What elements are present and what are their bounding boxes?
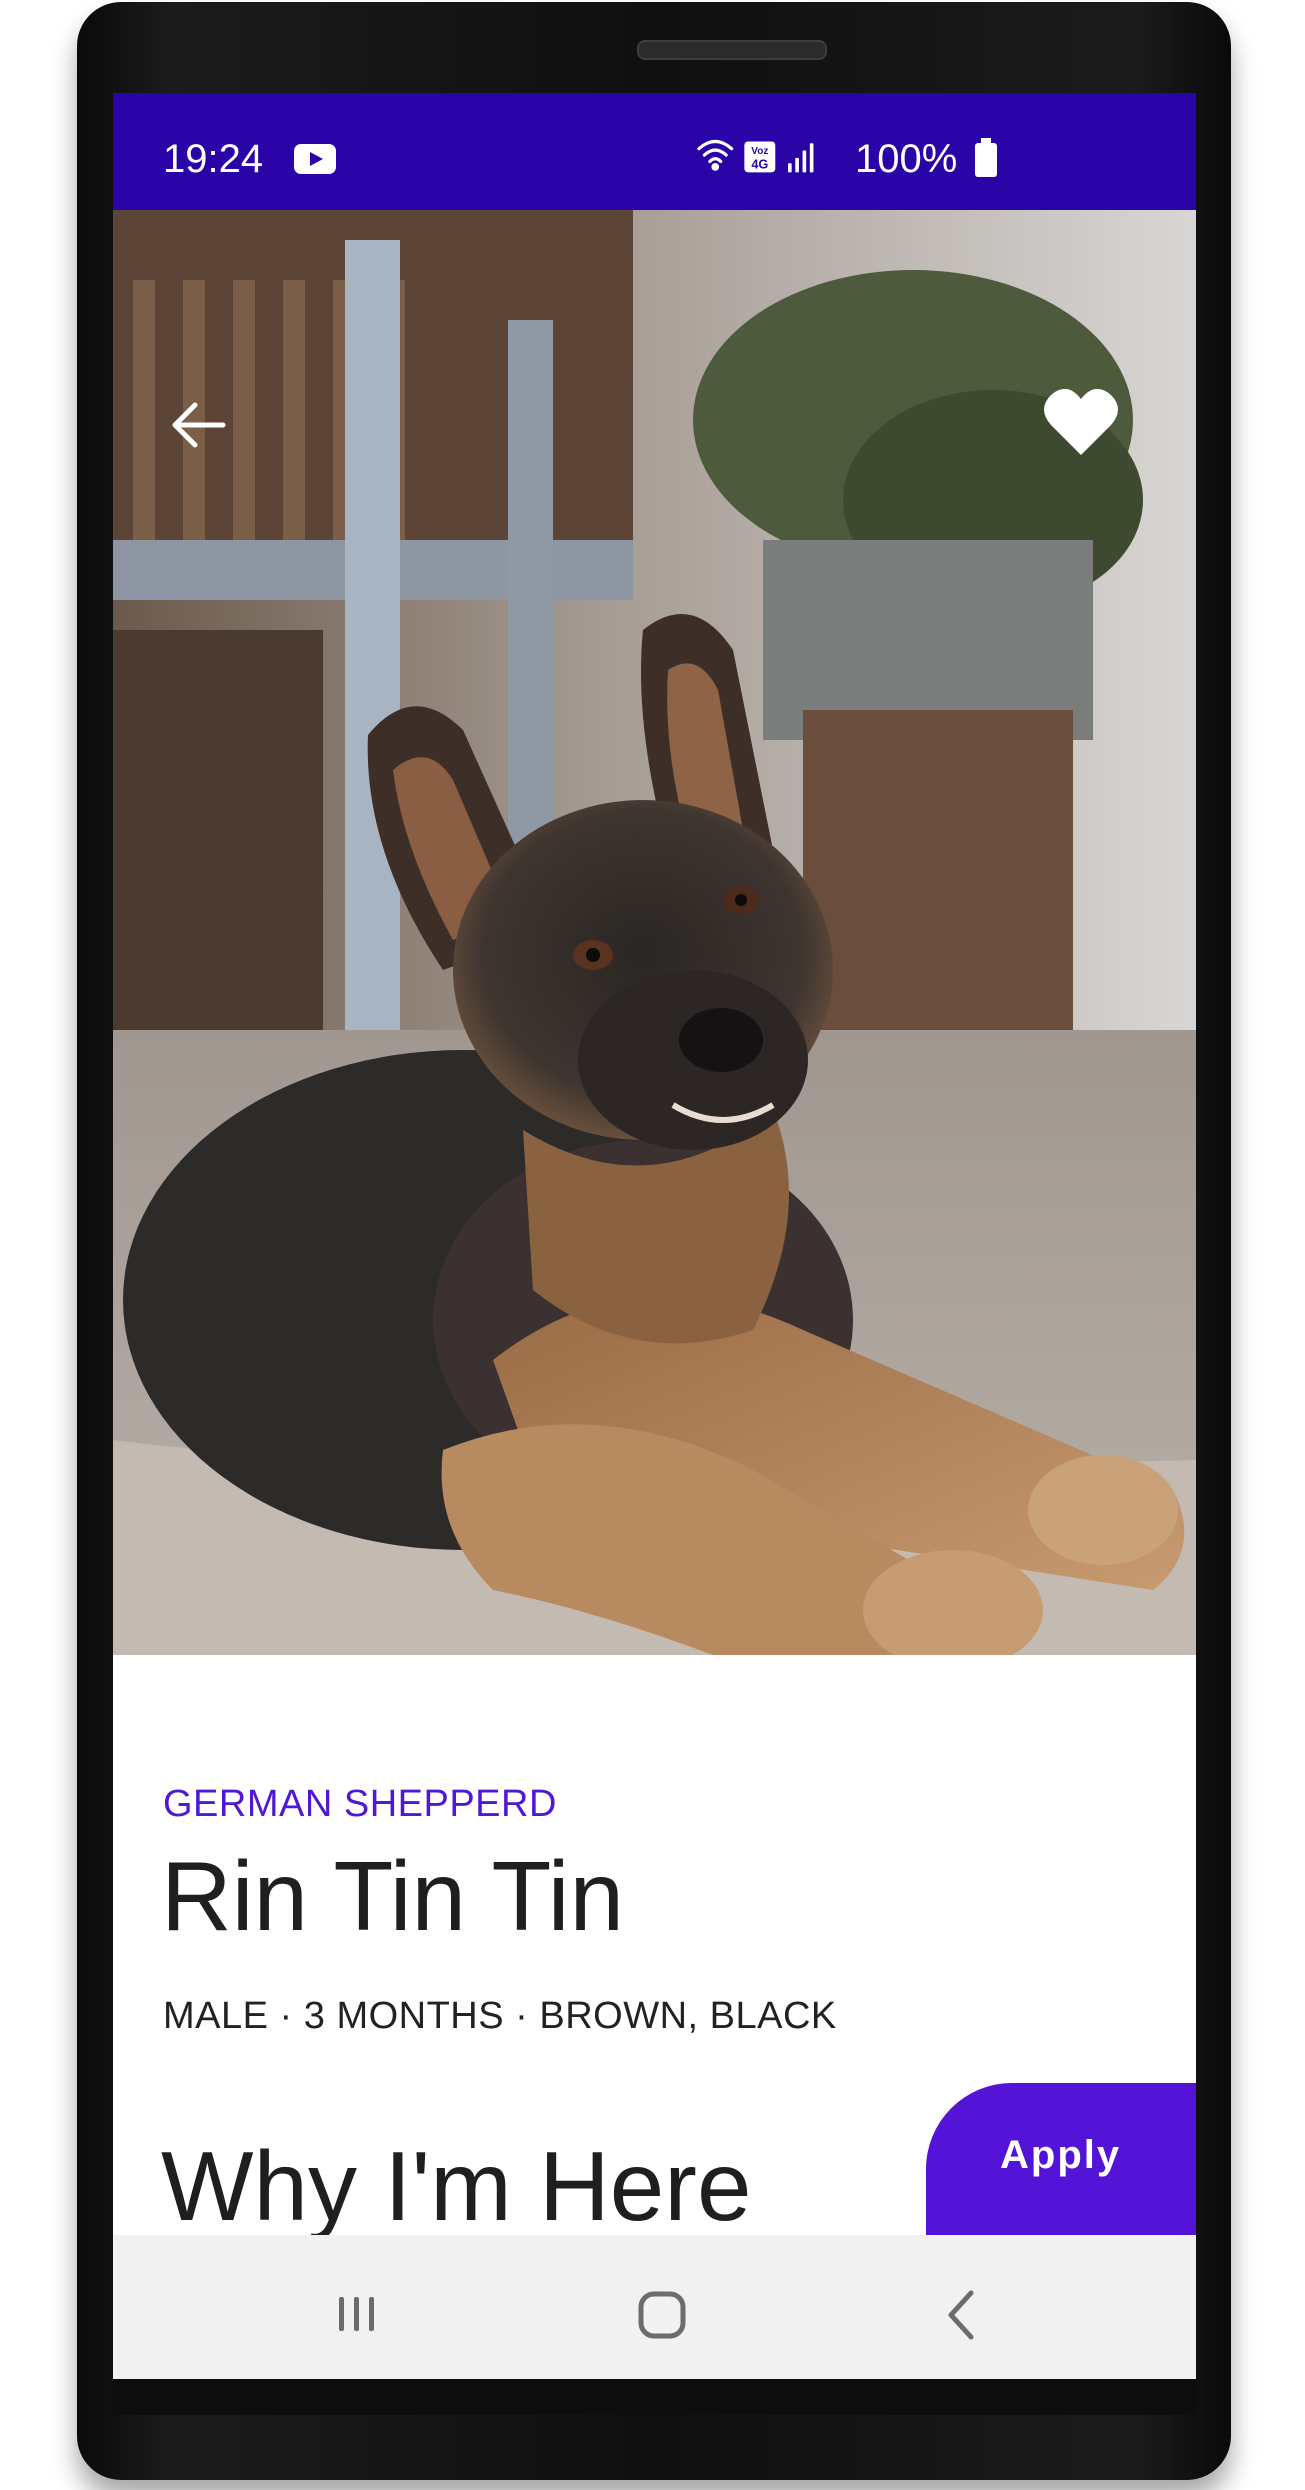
home-icon[interactable] xyxy=(637,2290,687,2340)
phone-chin xyxy=(113,2379,1196,2415)
pet-breed: GERMAN SHEPPERD xyxy=(163,1783,557,1825)
status-bar: 19:24 Voz 4G 100% xyxy=(113,93,1196,210)
app-screen: 19:24 Voz 4G 100% GERMAN SHEPPERD Rin Ti… xyxy=(113,93,1196,2379)
battery-percentage: 100% xyxy=(855,137,958,181)
signal-strength-icon xyxy=(788,143,814,173)
svg-text:4G: 4G xyxy=(751,157,768,172)
recents-icon[interactable] xyxy=(335,2293,379,2335)
volte-4g-icon: Voz 4G xyxy=(744,141,776,173)
earpiece-speaker xyxy=(637,40,827,60)
german-shepherd-puppy-photo xyxy=(113,210,1196,1655)
back-chevron-icon[interactable] xyxy=(943,2287,979,2343)
wifi-icon xyxy=(697,139,734,171)
apply-button-label: Apply xyxy=(1000,2133,1122,2177)
system-navigation-bar xyxy=(113,2235,1196,2379)
back-arrow-button[interactable] xyxy=(163,390,233,460)
youtube-notification-icon xyxy=(294,144,336,174)
svg-text:Voz: Voz xyxy=(751,146,768,157)
pet-details: MALE · 3 MONTHS · BROWN, BLACK xyxy=(163,1995,837,2037)
favorite-heart-button[interactable] xyxy=(1041,385,1121,461)
connectivity-icons: Voz 4G xyxy=(697,139,814,173)
status-time: 19:24 xyxy=(163,137,264,181)
battery-icon xyxy=(975,138,997,177)
section-heading-why-here: Why I'm Here xyxy=(161,2131,752,2241)
pet-name-title: Rin Tin Tin xyxy=(161,1841,624,1951)
apply-button[interactable]: Apply xyxy=(926,2083,1196,2253)
pet-photo xyxy=(113,210,1196,1655)
